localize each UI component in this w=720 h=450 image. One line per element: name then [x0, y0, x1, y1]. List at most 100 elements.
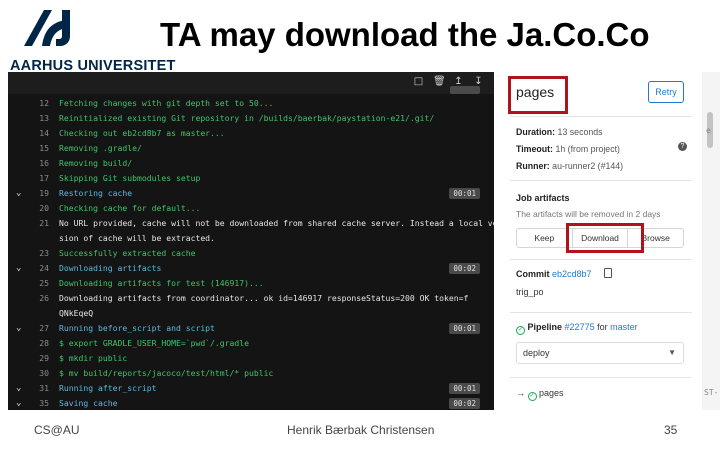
page-scrollbar[interactable]: e ST-	[702, 72, 720, 410]
section-duration-badge: 00:01	[449, 383, 480, 394]
log-line: 26 Downloading artifacts from coordinator…	[8, 291, 494, 306]
line-number[interactable]: 17	[22, 171, 49, 186]
log-line: 25 Downloading artifacts for test (146917…	[8, 276, 494, 291]
footer-left: CS@AU	[34, 423, 80, 437]
log-text: Downloading artifacts from coordinator..…	[59, 293, 469, 303]
line-number[interactable]: 21	[22, 216, 49, 231]
line-number[interactable]: 15	[22, 141, 49, 156]
log-text: Checking out eb2cd8b7 as master...	[59, 128, 225, 138]
chevron-down-icon[interactable]: ⌄	[16, 261, 21, 276]
line-number[interactable]: 30	[22, 366, 49, 381]
log-text: Successfully extracted cache	[59, 248, 196, 258]
divider	[510, 312, 692, 313]
line-number[interactable]: 28	[22, 336, 49, 351]
stage-dropdown[interactable]: deploy ▼	[516, 342, 684, 364]
retry-button[interactable]: Retry	[648, 81, 684, 103]
line-number[interactable]: 23	[22, 246, 49, 261]
log-line: 12 Fetching changes with git depth set to…	[8, 96, 494, 111]
line-number[interactable]: 14	[22, 126, 49, 141]
chevron-down-icon[interactable]: ⌄	[16, 321, 21, 336]
log-text: Restoring cache	[59, 188, 133, 198]
line-number[interactable]: 27	[22, 321, 49, 336]
line-number[interactable]: 20	[22, 201, 49, 216]
line-number[interactable]: 29	[22, 351, 49, 366]
collapsed-section-duration	[450, 86, 480, 94]
log-text: Downloading artifacts for test (146917).…	[59, 278, 264, 288]
log-line: 21 No URL provided, cache will not be dow…	[8, 216, 494, 231]
log-line: 15 Removing .gradle/	[8, 141, 494, 156]
slide-title: TA may download the Ja.Co.Co	[160, 16, 650, 53]
line-number[interactable]: 12	[22, 96, 49, 111]
log-line: 29 $ mkdir public	[8, 351, 494, 366]
pipeline-link[interactable]: #22775	[565, 322, 595, 332]
log-text: $ export GRADLE_USER_HOME=`pwd`/.gradle	[59, 338, 250, 348]
trash-icon[interactable]: 🗑	[433, 76, 446, 88]
log-text: Downloading artifacts	[59, 263, 162, 273]
log-text: sion of cache will be extracted.	[59, 233, 215, 243]
line-number[interactable]: 13	[22, 111, 49, 126]
divider	[510, 116, 692, 117]
chevron-down-icon: ▼	[668, 348, 676, 357]
line-number[interactable]: 31	[22, 381, 49, 396]
log-line: QNkEqeQ	[8, 306, 494, 321]
artifacts-expiry-note: The artifacts will be removed in 2 days	[516, 209, 661, 219]
runner-row: Runner: au-runner2 (#144)	[516, 161, 624, 171]
copy-icon[interactable]	[604, 268, 612, 278]
commit-sha-link[interactable]: eb2cd8b7	[552, 269, 592, 279]
log-line: ⌄ 19 Restoring cache 00:01	[8, 186, 494, 201]
log-line: 16 Removing build/	[8, 156, 494, 171]
au-logo-mark-icon	[24, 10, 70, 46]
job-name-highlight	[508, 76, 568, 114]
file-icon[interactable]: □	[413, 76, 424, 88]
log-text: $ mv build/reports/jacoco/test/html/* pu…	[59, 368, 274, 378]
current-job-item[interactable]: → ✓ pages	[516, 388, 564, 401]
log-line: 30 $ mv build/reports/jacoco/test/html/* …	[8, 366, 494, 381]
pipeline-row: ✓ Pipeline #22775 for master	[516, 322, 638, 335]
job-log-terminal: □ 🗑 ↥ ↧ 12 Fetching changes with git dept…	[8, 72, 494, 410]
line-number[interactable]: 24	[22, 261, 49, 276]
chevron-down-icon[interactable]: ⌄	[16, 381, 21, 396]
log-text: Running before_script and script	[59, 323, 215, 333]
log-text: Skipping Git submodules setup	[59, 173, 201, 183]
commit-branch: trig_po	[516, 287, 544, 297]
chevron-down-icon[interactable]: ⌄	[16, 186, 21, 201]
log-line: 17 Skipping Git submodules setup	[8, 171, 494, 186]
log-text: $ mkdir public	[59, 353, 128, 363]
log-line: 14 Checking out eb2cd8b7 as master...	[8, 126, 494, 141]
duration-row: Duration: 13 seconds	[516, 127, 603, 137]
section-duration-badge: 00:01	[449, 188, 480, 199]
question-icon[interactable]: ?	[678, 142, 687, 151]
line-number[interactable]: 35	[22, 396, 49, 410]
line-number[interactable]: 26	[22, 291, 49, 306]
section-duration-badge: 00:01	[449, 323, 480, 334]
success-icon: ✓	[527, 392, 537, 401]
log-text: Fetching changes with git depth set to 5…	[59, 98, 274, 108]
commit-row: Commit eb2cd8b7	[516, 269, 592, 279]
log-text: Reinitialized existing Git repository in…	[59, 113, 435, 123]
job-sidebar: pages Retry Duration: 13 seconds Timeout…	[502, 72, 702, 410]
gitlab-job-screenshot: □ 🗑 ↥ ↧ 12 Fetching changes with git dept…	[8, 72, 720, 410]
log-text: QNkEqeQ	[59, 308, 94, 318]
log-lines: 12 Fetching changes with git depth set to…	[8, 96, 494, 410]
log-text: Removing build/	[59, 158, 133, 168]
download-highlight	[566, 223, 644, 253]
log-line: ⌄ 27 Running before_script and script 00:01	[8, 321, 494, 336]
section-duration-badge: 00:02	[449, 398, 480, 409]
line-number[interactable]: 19	[22, 186, 49, 201]
log-text: Saving cache	[59, 398, 118, 408]
log-text: No URL provided, cache will not be downl…	[59, 218, 494, 228]
pipeline-ref-link[interactable]: master	[610, 322, 638, 332]
divider	[510, 377, 692, 378]
divider	[510, 180, 692, 181]
au-logo: AARHUS UNIVERSITET	[8, 6, 178, 74]
line-number[interactable]: 25	[22, 276, 49, 291]
log-line: 28 $ export GRADLE_USER_HOME=`pwd`/.gradl…	[8, 336, 494, 351]
keep-button[interactable]: Keep	[517, 229, 572, 247]
line-number[interactable]: 16	[22, 156, 49, 171]
log-line: 13 Reinitialized existing Git repository …	[8, 111, 494, 126]
edge-text-bottom: ST-	[704, 388, 719, 397]
success-icon: ✓	[516, 326, 525, 335]
log-line: 23 Successfully extracted cache	[8, 246, 494, 261]
chevron-down-icon[interactable]: ⌄	[16, 396, 21, 410]
log-line: ⌄ 24 Downloading artifacts 00:02	[8, 261, 494, 276]
